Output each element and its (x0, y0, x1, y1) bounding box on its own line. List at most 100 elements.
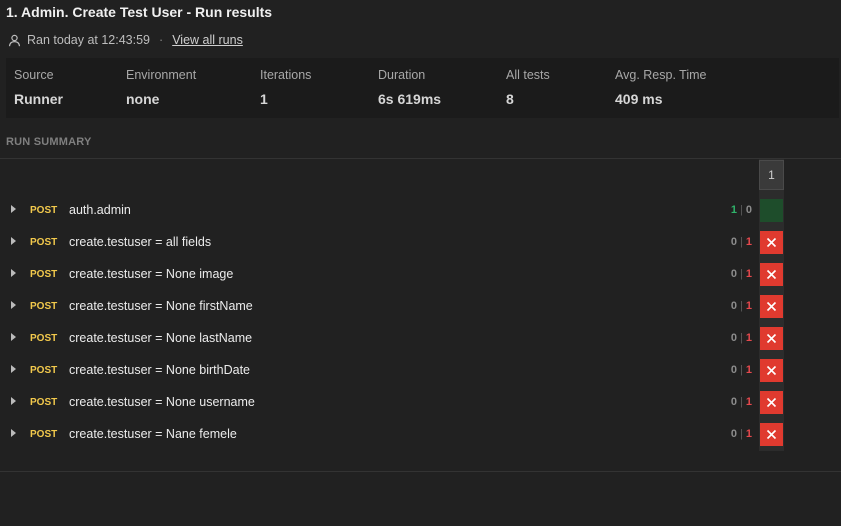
stat-value: 6s 619ms (378, 91, 442, 107)
request-name[interactable]: create.testuser = None firstName (69, 299, 253, 313)
caret-right-icon[interactable] (11, 269, 16, 277)
view-all-runs-link[interactable]: View all runs (172, 33, 243, 47)
request-row[interactable]: POST create.testuser = None firstName 0 | 1 (0, 291, 841, 323)
count-separator: | (740, 204, 743, 216)
stat-label: All tests (506, 68, 550, 82)
count-separator: | (740, 428, 743, 440)
pass-result-cell[interactable] (760, 199, 783, 222)
divider (0, 158, 841, 159)
caret-right-icon[interactable] (11, 301, 16, 309)
caret-right-icon[interactable] (11, 365, 16, 373)
request-row[interactable]: POST create.testuser = all fields 0 | 1 (0, 227, 841, 259)
failed-count: 1 (745, 332, 752, 344)
test-counts: 0 | 1 (731, 236, 752, 248)
count-separator: | (740, 332, 743, 344)
request-name[interactable]: create.testuser = None birthDate (69, 363, 250, 377)
close-icon (766, 365, 777, 376)
stat-label: Avg. Resp. Time (615, 68, 707, 82)
fail-result-cell[interactable] (760, 295, 783, 318)
failed-count: 0 (745, 204, 752, 216)
request-row[interactable]: POST create.testuser = Nane femele 0 | 1 (0, 419, 841, 451)
close-icon (766, 269, 777, 280)
test-counts: 0 | 1 (731, 396, 752, 408)
request-name[interactable]: create.testuser = None username (69, 395, 255, 409)
stat-label: Source (14, 68, 54, 82)
http-method-badge: POST (30, 429, 58, 440)
failed-count: 1 (745, 300, 752, 312)
stat-value: 1 (260, 91, 268, 107)
failed-count: 1 (745, 396, 752, 408)
close-icon (766, 333, 777, 344)
request-name[interactable]: create.testuser = None lastName (69, 331, 252, 345)
run-summary-heading: RUN SUMMARY (6, 136, 92, 148)
caret-right-icon[interactable] (11, 333, 16, 341)
close-icon (766, 429, 777, 440)
passed-count: 0 (730, 428, 738, 440)
stat-value: none (126, 91, 160, 107)
request-name[interactable]: create.testuser = Nane femele (69, 427, 237, 441)
passed-count: 0 (730, 236, 738, 248)
failed-count: 1 (745, 236, 752, 248)
caret-right-icon[interactable] (11, 237, 16, 245)
fail-result-cell[interactable] (760, 263, 783, 286)
passed-count: 0 (730, 268, 738, 280)
stat-value: 8 (506, 91, 514, 107)
failed-count: 1 (745, 428, 752, 440)
close-icon (766, 397, 777, 408)
count-separator: | (740, 396, 743, 408)
close-icon (766, 237, 777, 248)
stat-value: 409 ms (615, 91, 663, 107)
request-row[interactable]: POST create.testuser = None birthDate 0 | 1 (0, 355, 841, 387)
request-name[interactable]: auth.admin (69, 203, 131, 217)
run-info: Ran today at 12:43:59 · View all runs (8, 33, 243, 47)
fail-result-cell[interactable] (760, 231, 783, 254)
http-method-badge: POST (30, 301, 58, 312)
count-separator: | (740, 268, 743, 280)
fail-result-cell[interactable] (760, 327, 783, 350)
http-method-badge: POST (30, 365, 58, 376)
caret-right-icon[interactable] (11, 429, 16, 437)
stat-value: Runner (14, 91, 63, 107)
test-counts: 0 | 1 (731, 428, 752, 440)
http-method-badge: POST (30, 333, 58, 344)
passed-count: 0 (730, 396, 738, 408)
failed-count: 1 (745, 268, 752, 280)
stat-label: Duration (378, 68, 426, 82)
http-method-badge: POST (30, 397, 58, 408)
person-icon (8, 34, 21, 47)
iteration-header[interactable]: 1 (759, 160, 784, 190)
fail-result-cell[interactable] (760, 359, 783, 382)
fail-result-cell[interactable] (760, 391, 783, 414)
stats-panel: Source Runner Environment none Iteration… (6, 58, 839, 118)
failed-count: 1 (745, 364, 752, 376)
passed-count: 0 (730, 364, 738, 376)
request-name[interactable]: create.testuser = None image (69, 267, 233, 281)
stat-label: Environment (126, 68, 197, 82)
separator-dot: · (159, 33, 164, 47)
http-method-badge: POST (30, 205, 58, 216)
passed-count: 0 (730, 332, 738, 344)
request-row[interactable]: POST create.testuser = None lastName 0 | 1 (0, 323, 841, 355)
close-icon (766, 301, 777, 312)
fail-result-cell[interactable] (760, 423, 783, 446)
passed-count: 0 (730, 300, 738, 312)
passed-count: 1 (730, 204, 738, 216)
request-row[interactable]: POST auth.admin 1 | 0 (0, 195, 841, 227)
request-row[interactable]: POST create.testuser = None username 0 | 1 (0, 387, 841, 419)
count-separator: | (740, 236, 743, 248)
http-method-badge: POST (30, 237, 58, 248)
request-name[interactable]: create.testuser = all fields (69, 235, 211, 249)
request-row[interactable]: POST create.testuser = None image 0 | 1 (0, 259, 841, 291)
test-counts: 0 | 1 (731, 332, 752, 344)
divider (0, 471, 841, 472)
caret-right-icon[interactable] (11, 397, 16, 405)
test-counts: 0 | 1 (731, 268, 752, 280)
ran-timestamp: Ran today at 12:43:59 (27, 33, 151, 47)
test-counts: 0 | 1 (731, 300, 752, 312)
caret-right-icon[interactable] (11, 205, 16, 213)
page-title: 1. Admin. Create Test User - Run results (6, 4, 273, 20)
stat-label: Iterations (260, 68, 312, 82)
test-counts: 0 | 1 (731, 364, 752, 376)
count-separator: | (740, 300, 743, 312)
test-counts: 1 | 0 (731, 204, 752, 216)
